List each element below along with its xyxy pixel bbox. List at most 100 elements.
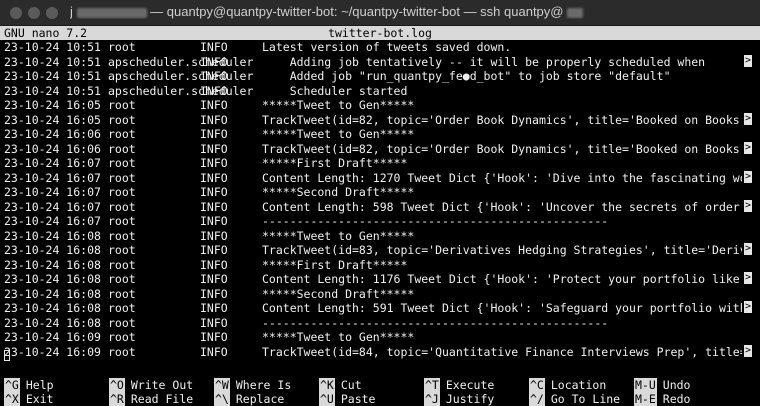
log-message: *****Second Draft***** bbox=[262, 185, 415, 199]
log-date: 23-10-24 16:07 bbox=[4, 156, 101, 170]
log-line: 23-10-24 16:08 root INFO Content Length: 59… bbox=[4, 301, 752, 316]
log-logger: root bbox=[108, 170, 136, 185]
shortcut-label: Undo bbox=[662, 378, 691, 392]
log-logger: root bbox=[108, 301, 136, 315]
log-logger: root bbox=[108, 286, 136, 301]
line-truncated-marker: > bbox=[744, 344, 752, 357]
shortcut-label: Redo bbox=[662, 392, 691, 406]
log-level: INFO bbox=[200, 141, 228, 156]
editor-text-area[interactable]: 23-10-24 10:51 root INFO Latest version of … bbox=[4, 40, 760, 359]
log-message: TrackTweet(id=83, topic='Derivatives Hed… bbox=[262, 243, 742, 257]
shortcut-write-out[interactable]: ^O Write Out bbox=[109, 378, 193, 392]
log-date: 23-10-24 16:05 bbox=[4, 112, 101, 127]
log-message: Content Length: 1176 Tweet Dict {'Hook':… bbox=[262, 272, 740, 286]
log-date: 23-10-24 10:51 bbox=[4, 54, 101, 69]
log-level: INFO bbox=[200, 199, 228, 214]
shortcut-where-is[interactable]: ^W Where Is bbox=[214, 378, 291, 392]
log-line: 23-10-24 10:51 apscheduler.scheduler INFO … bbox=[4, 54, 752, 70]
redacted-text bbox=[76, 7, 147, 18]
log-date: 23-10-24 16:07 bbox=[4, 199, 101, 214]
log-level: INFO bbox=[200, 83, 228, 98]
log-message: ----------------------------------------… bbox=[262, 315, 609, 330]
log-level: INFO bbox=[200, 127, 228, 141]
log-message: TrackTweet(id=82, topic='Order Book Dyna… bbox=[262, 141, 742, 156]
shortcut-redo[interactable]: M-E Redo bbox=[634, 392, 690, 406]
shortcut-exit[interactable]: ^X Exit bbox=[4, 392, 54, 406]
log-line: 23-10-24 16:07 root INFO *****Second Draft*… bbox=[4, 185, 752, 200]
line-truncated-marker: > bbox=[744, 199, 752, 212]
text-cursor bbox=[4, 350, 10, 361]
log-line: 23-10-24 16:09 root INFO *****Tweet to Gen*… bbox=[4, 330, 752, 345]
log-line: 23-10-24 10:51 apscheduler.scheduler INFO … bbox=[4, 84, 752, 99]
log-date: 23-10-24 10:51 bbox=[4, 40, 101, 54]
shortcut-label: Exit bbox=[25, 392, 54, 406]
shortcut-paste[interactable]: ^U Paste bbox=[319, 392, 375, 406]
line-truncated-marker: > bbox=[744, 272, 752, 284]
log-date: 23-10-24 16:05 bbox=[4, 98, 101, 112]
shortcut-key: ^W bbox=[214, 378, 230, 392]
maximize-window-icon[interactable] bbox=[46, 7, 58, 19]
log-date: 23-10-24 16:07 bbox=[4, 214, 101, 228]
log-logger: root bbox=[108, 315, 136, 330]
window-title-prefix: j bbox=[70, 4, 73, 19]
log-level: INFO bbox=[200, 156, 228, 170]
shortcut-label: Go To Line bbox=[550, 392, 621, 406]
log-line: 23-10-24 16:08 root INFO *****Tweet to Gen*… bbox=[4, 229, 752, 244]
log-logger: root bbox=[108, 156, 136, 170]
shortcut-undo[interactable]: M-U Undo bbox=[634, 378, 690, 392]
log-message: Adding job tentatively -- it will be pro… bbox=[262, 54, 706, 69]
window-title: j — quantpy@quantpy-twitter-bot: ~/quant… bbox=[70, 4, 750, 19]
log-logger: root bbox=[108, 243, 136, 257]
shortcut-location[interactable]: ^C Location bbox=[529, 378, 606, 392]
log-line: 23-10-24 10:51 root INFO Latest version of … bbox=[4, 40, 752, 55]
shortcut-execute[interactable]: ^T Execute bbox=[424, 378, 494, 392]
shortcut-replace[interactable]: ^\ Replace bbox=[214, 392, 284, 406]
shortcut-bar: ^G Help ^O Write Out ^W Where Is ^K Cut ^T Execut… bbox=[0, 378, 760, 406]
log-message: *****Second Draft***** bbox=[262, 286, 415, 301]
log-level: INFO bbox=[200, 257, 228, 272]
log-date: 23-10-24 16:06 bbox=[4, 141, 101, 156]
shortcut-cut[interactable]: ^K Cut bbox=[319, 378, 362, 392]
log-message: *****Tweet to Gen***** bbox=[262, 98, 415, 112]
shortcut-go-to-line[interactable]: ^/ Go To Line bbox=[529, 392, 620, 406]
log-level: INFO bbox=[200, 214, 228, 228]
log-logger: apscheduler.scheduler bbox=[108, 83, 254, 98]
log-date: 23-10-24 16:08 bbox=[4, 228, 101, 243]
shortcut-justify[interactable]: ^J Justify bbox=[424, 392, 494, 406]
log-message: TrackTweet(id=84, topic='Quantitative Fi… bbox=[262, 344, 742, 359]
shortcut-key: ^/ bbox=[529, 392, 545, 406]
shortcut-label: Cut bbox=[340, 378, 362, 392]
log-level: INFO bbox=[200, 170, 228, 185]
shortcut-key: ^X bbox=[4, 392, 20, 406]
log-logger: root bbox=[108, 228, 136, 243]
log-message: TrackTweet(id=82, topic='Order Book Dyna… bbox=[262, 112, 742, 127]
log-line: 23-10-24 16:05 root INFO *****Tweet to Gen*… bbox=[4, 98, 752, 113]
log-logger: root bbox=[108, 98, 136, 112]
shortcut-help[interactable]: ^G Help bbox=[4, 378, 54, 392]
log-line: 23-10-24 16:08 root INFO Content Length: 11… bbox=[4, 272, 752, 287]
log-date: 23-10-24 16:08 bbox=[4, 301, 101, 315]
log-message: Content Length: 1270 Tweet Dict {'Hook':… bbox=[262, 170, 742, 185]
log-date: 23-10-24 16:08 bbox=[4, 272, 101, 286]
log-level: INFO bbox=[200, 301, 228, 315]
shortcut-key: ^C bbox=[529, 378, 545, 392]
shortcut-key: ^\ bbox=[214, 392, 230, 406]
log-date: 23-10-24 10:51 bbox=[4, 83, 101, 98]
log-logger: root bbox=[108, 127, 136, 141]
shortcut-key: ^G bbox=[4, 378, 20, 392]
close-window-icon[interactable] bbox=[10, 7, 22, 19]
window-title-text: — quantpy@quantpy-twitter-bot: ~/quantpy… bbox=[150, 4, 564, 19]
minimize-window-icon[interactable] bbox=[28, 7, 40, 19]
log-logger: root bbox=[108, 185, 136, 199]
log-line: 23-10-24 16:07 root INFO *****First Draft**… bbox=[4, 156, 752, 171]
log-date: 23-10-24 16:08 bbox=[4, 257, 101, 272]
log-level: INFO bbox=[200, 344, 228, 359]
shortcut-label: Write Out bbox=[130, 378, 194, 392]
shortcut-key: ^U bbox=[319, 392, 335, 406]
shortcut-read-file[interactable]: ^R Read File bbox=[109, 392, 193, 406]
line-truncated-marker: > bbox=[744, 141, 752, 154]
log-message: ----------------------------------------… bbox=[262, 214, 609, 228]
log-level: INFO bbox=[200, 69, 228, 83]
log-logger: root bbox=[108, 257, 136, 272]
log-message: Scheduler started bbox=[262, 83, 408, 98]
